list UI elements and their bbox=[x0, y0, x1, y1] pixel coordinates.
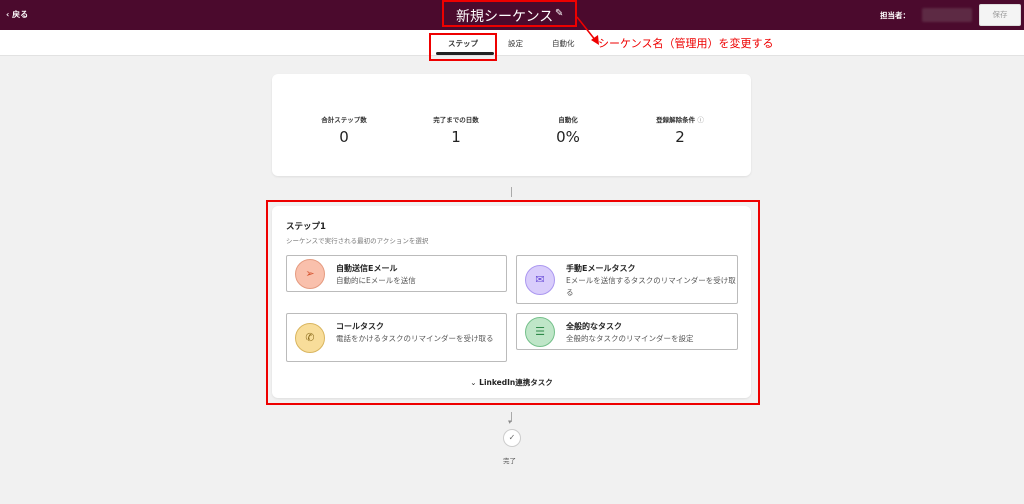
stat-value: 2 bbox=[675, 128, 685, 146]
annotation-box-step bbox=[266, 200, 760, 405]
back-label: 戻る bbox=[12, 10, 29, 19]
stat-total-steps: 合計ステップ数 0 bbox=[294, 114, 394, 146]
stat-automation: 自動化 0% bbox=[518, 114, 618, 146]
stat-value: 1 bbox=[451, 128, 461, 146]
owner-value[interactable] bbox=[922, 8, 972, 22]
arrow-down-icon: ▾ bbox=[508, 418, 512, 426]
summary-card: 合計ステップ数 0 完了までの日数 1 自動化 0% 登録解除条件 ⓘ 2 bbox=[272, 74, 751, 176]
stat-label: 合計ステップ数 bbox=[321, 116, 367, 124]
owner-label: 担当者： bbox=[880, 11, 910, 20]
stat-value: 0 bbox=[339, 128, 349, 146]
tab-settings[interactable]: 設定 bbox=[508, 38, 523, 49]
stat-label: 自動化 bbox=[558, 116, 578, 124]
info-icon[interactable]: ⓘ bbox=[697, 116, 704, 124]
stat-unenroll: 登録解除条件 ⓘ 2 bbox=[630, 114, 730, 146]
annotation-box-tab bbox=[429, 33, 497, 61]
connector-line bbox=[511, 187, 512, 197]
annotation-box-title bbox=[442, 0, 577, 27]
stat-days: 完了までの日数 1 bbox=[406, 114, 506, 146]
annotation-text: シーケンス名（管理用）を変更する bbox=[598, 37, 774, 50]
stat-value: 0% bbox=[556, 128, 580, 146]
check-icon: ✓ bbox=[503, 429, 521, 447]
end-label: 完了 bbox=[503, 457, 516, 465]
save-button[interactable]: 保存 bbox=[979, 4, 1021, 26]
tab-automation[interactable]: 自動化 bbox=[552, 38, 575, 49]
back-button[interactable]: ‹ 戻る bbox=[6, 9, 28, 20]
stat-label: 完了までの日数 bbox=[433, 116, 479, 124]
stat-label: 登録解除条件 bbox=[656, 116, 696, 124]
tab-bar: ステップ 設定 自動化 bbox=[0, 30, 1024, 56]
